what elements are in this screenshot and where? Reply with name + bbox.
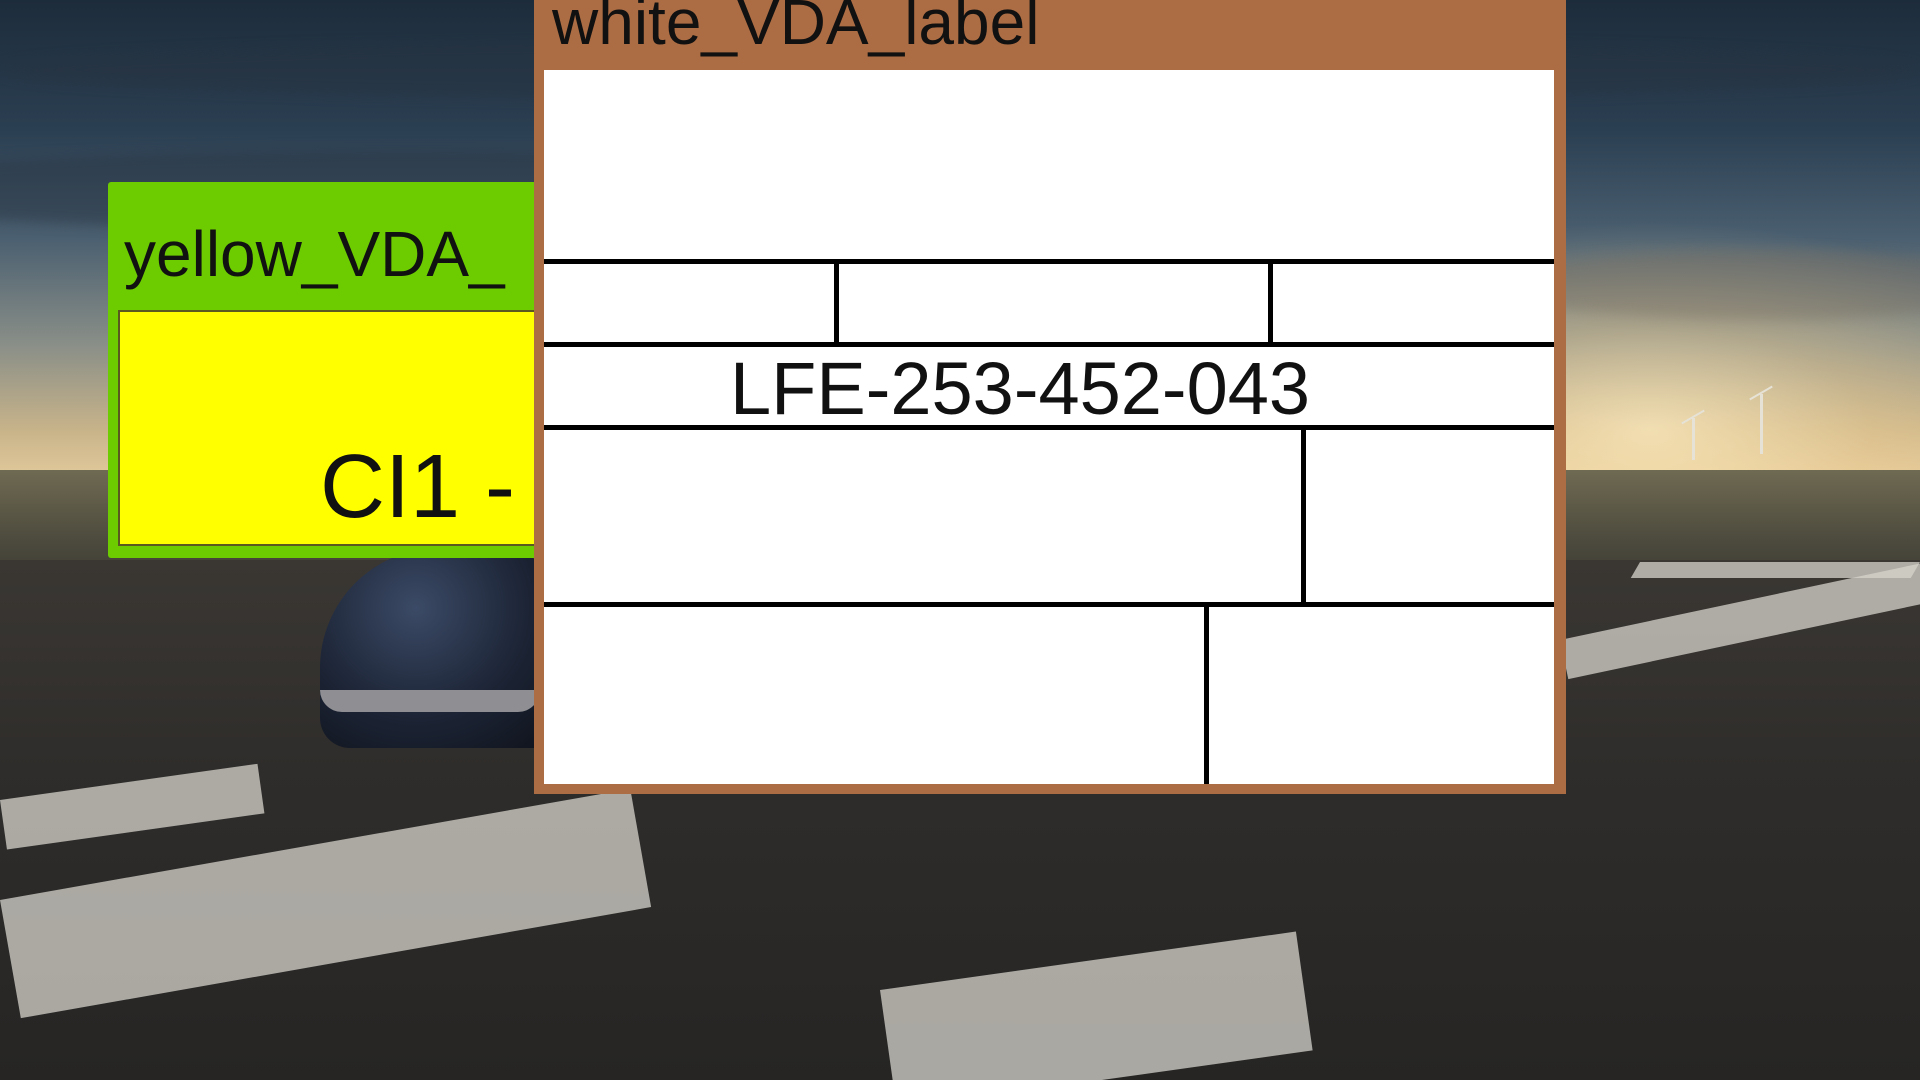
white-label-body: LFE-253-452-043 [544,70,1554,784]
wind-turbine [1760,394,1763,454]
part-number-text: LFE-253-452-043 [730,347,1311,430]
label-grid-line [1204,602,1209,784]
label-grid-line [1268,259,1273,347]
label-text: CI1 - [320,437,516,537]
wind-turbine [1692,418,1695,460]
label-grid-line [834,259,839,347]
white-vda-label-window[interactable]: white_VDA_label LFE-253-452-043 [534,0,1566,794]
label-grid-line [1301,425,1306,607]
label-grid-line [544,602,1554,607]
window-title: white_VDA_label [552,0,1040,58]
car-front-splitter [320,690,540,712]
window-title: yellow_VDA_ [124,218,505,290]
label-grid-line [544,259,1554,264]
